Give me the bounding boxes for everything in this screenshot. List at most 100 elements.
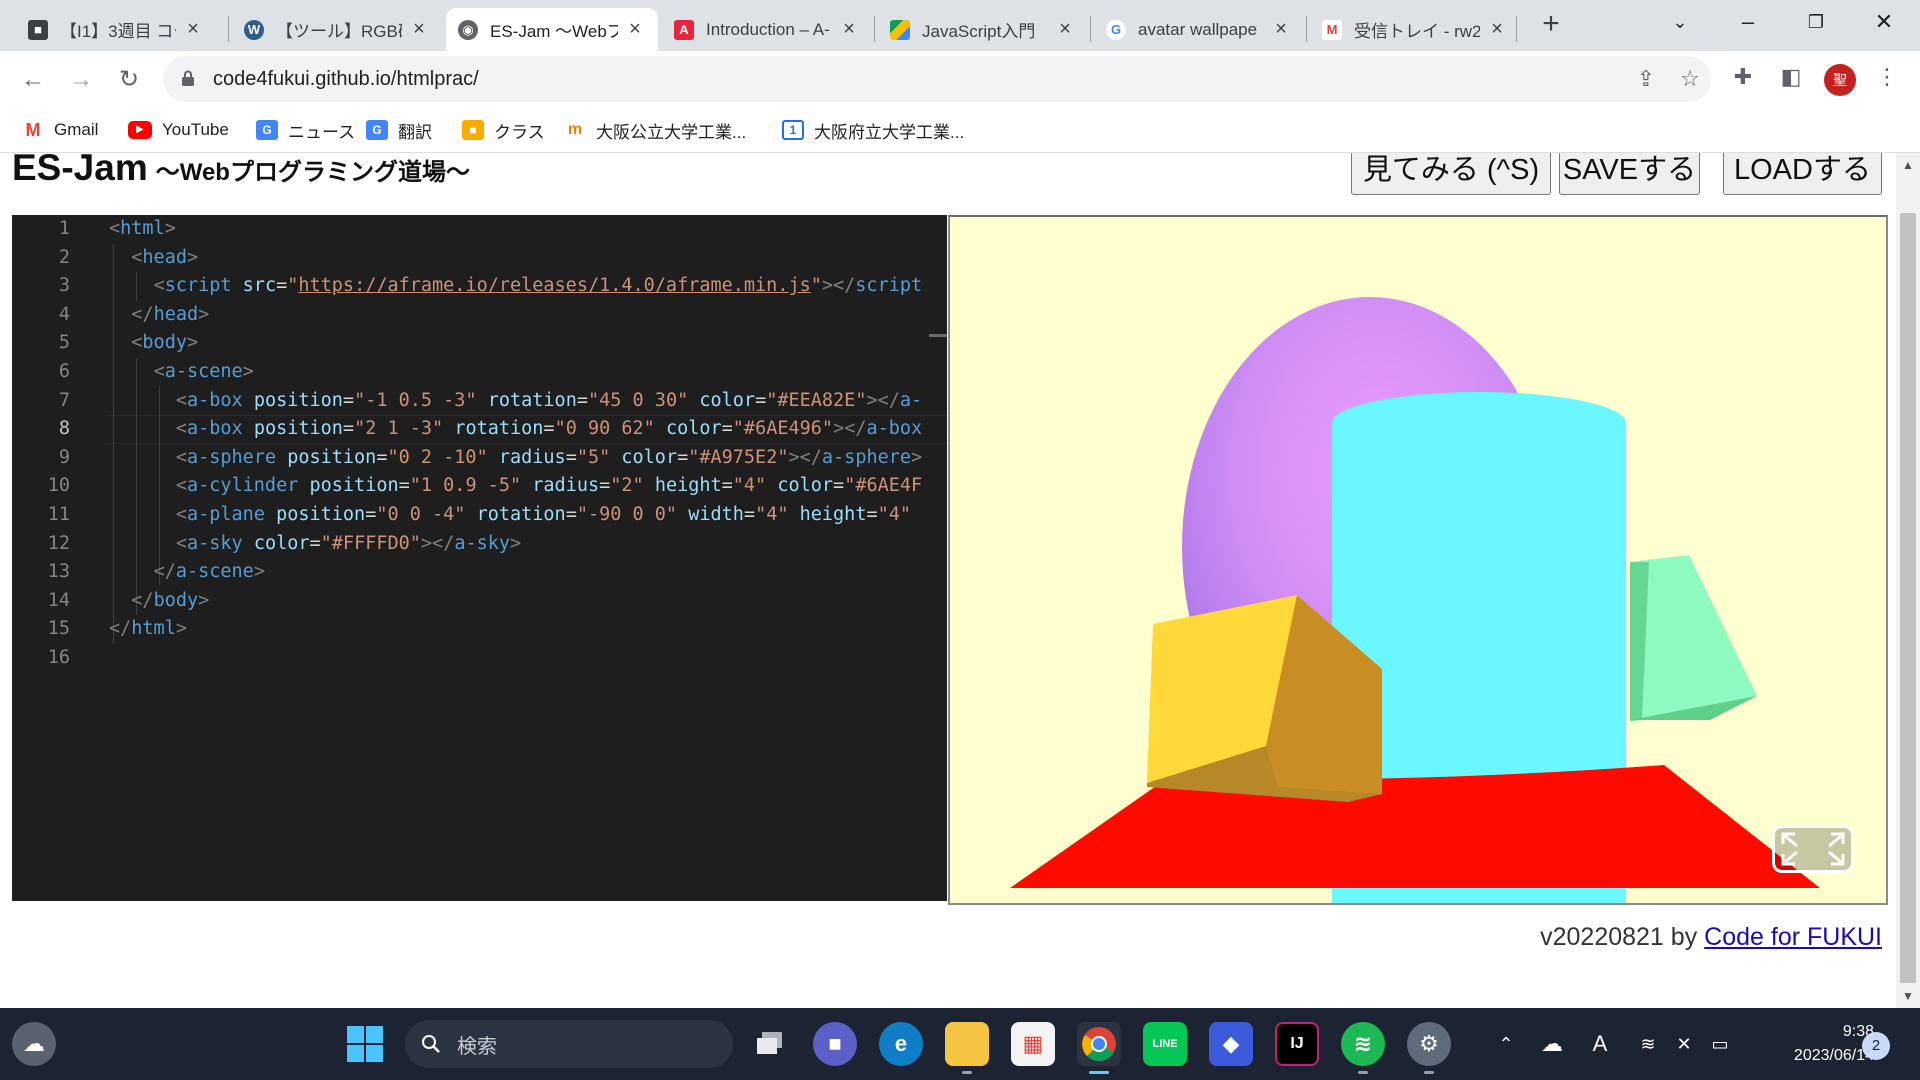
bookmark-star-icon[interactable]: ☆ bbox=[1677, 66, 1703, 92]
bookmark-youtube[interactable]: ▶ YouTube bbox=[128, 117, 229, 143]
microsoft-store-icon[interactable]: ▦ bbox=[1011, 1022, 1055, 1066]
code-line: </a-scene> bbox=[153, 561, 265, 583]
settings-icon[interactable]: ⚙ bbox=[1407, 1022, 1451, 1074]
save-button[interactable]: SAVEする bbox=[1559, 153, 1700, 195]
bookmark-news[interactable]: G ニュース bbox=[256, 117, 355, 143]
fullscreen-button[interactable] bbox=[1772, 825, 1854, 873]
notification-badge[interactable]: 2 bbox=[1862, 1032, 1890, 1060]
start-icon[interactable] bbox=[343, 1022, 387, 1066]
site-name: ES-Jam bbox=[12, 153, 148, 188]
tab-divider bbox=[228, 16, 229, 42]
copilot-icon[interactable]: ◆ bbox=[1209, 1022, 1253, 1066]
scroll-thumb[interactable] bbox=[1900, 213, 1916, 983]
code-line: <a-plane position="0 0 -4" rotation="-90… bbox=[175, 504, 912, 525]
scroll-up-icon[interactable]: ▲ bbox=[1896, 153, 1920, 177]
volume-muted-icon[interactable]: ✕ bbox=[1668, 1026, 1700, 1062]
address-bar[interactable]: code4fukui.github.io/htmlprac/ ⇪ ☆ bbox=[163, 56, 1711, 102]
browser-toolbar: ← → ↻ code4fukui.github.io/htmlprac/ ⇪ ☆… bbox=[0, 51, 1920, 107]
tab-1[interactable]: ■ 【I1】3週目 コーデ × bbox=[16, 8, 216, 51]
chrome-icon[interactable] bbox=[1077, 1022, 1121, 1074]
share-icon[interactable]: ⇪ bbox=[1633, 66, 1659, 92]
bookmark-classroom[interactable]: ■ クラス bbox=[462, 117, 545, 143]
intellij-icon[interactable]: IJ bbox=[1275, 1022, 1319, 1066]
bookmark-translate[interactable]: G 翻訳 bbox=[366, 117, 432, 143]
search-icon bbox=[422, 1035, 440, 1053]
code-editor[interactable]: 1 2 3 4 5 6 7 8 9 10 11 12 13 14 15 16 <html> <head> <s… bbox=[12, 215, 947, 901]
preview-pane[interactable] bbox=[948, 215, 1888, 905]
running-indicator bbox=[1424, 1071, 1434, 1074]
forward-icon[interactable]: → bbox=[64, 63, 98, 97]
bookmark-omu[interactable]: m 大阪公立大学工業... bbox=[564, 117, 746, 143]
ime-icon[interactable]: A bbox=[1584, 1026, 1616, 1062]
edge-icon[interactable]: e bbox=[879, 1022, 923, 1066]
overview-ruler-mark bbox=[929, 334, 947, 337]
reload-icon[interactable]: ↻ bbox=[112, 63, 146, 97]
weather-icon[interactable]: ☁ bbox=[12, 1022, 56, 1066]
side-panel-icon[interactable]: ◧ bbox=[1776, 62, 1806, 92]
code-line: <a-scene> bbox=[153, 361, 254, 382]
extensions-icon[interactable]: ✚ bbox=[1728, 62, 1758, 92]
chevron-up-icon[interactable]: ⌃ bbox=[1490, 1026, 1522, 1062]
running-indicator bbox=[962, 1071, 972, 1074]
bookmark-opu[interactable]: 1 大阪府立大学工業... bbox=[782, 117, 964, 143]
battery-icon[interactable]: ▭ bbox=[1704, 1026, 1736, 1062]
task-view-icon[interactable] bbox=[748, 1022, 792, 1066]
bookmark-label: 大阪公立大学工業... bbox=[596, 122, 747, 142]
page-scrollbar[interactable]: ▲ ▼ bbox=[1896, 153, 1920, 1008]
load-button[interactable]: LOADする bbox=[1723, 153, 1882, 195]
version-text: v20220821 by bbox=[1540, 923, 1698, 951]
google-translate-icon: G bbox=[366, 120, 388, 140]
moodle-icon: m bbox=[564, 120, 586, 140]
lock-icon bbox=[182, 70, 194, 86]
line-icon[interactable]: LINE bbox=[1143, 1022, 1187, 1066]
close-icon[interactable]: × bbox=[182, 18, 204, 41]
tab-5[interactable]: JavaScript入門 × bbox=[878, 8, 1088, 51]
close-icon[interactable]: × bbox=[838, 18, 860, 41]
gmail-icon: M bbox=[22, 120, 44, 140]
line-number: 7 bbox=[58, 389, 70, 411]
restore-icon[interactable]: ❐ bbox=[1788, 4, 1844, 40]
close-icon[interactable]: × bbox=[408, 18, 430, 41]
wifi-icon[interactable]: ≋ bbox=[1632, 1026, 1664, 1062]
screen: ■ 【I1】3週目 コーデ × W 【ツール】RGB確認 × ◉ ES-Jam … bbox=[0, 0, 1920, 1080]
bookmark-label: Gmail bbox=[54, 120, 99, 139]
bookmark-gmail[interactable]: M Gmail bbox=[22, 117, 98, 143]
tab-7[interactable]: M 受信トレイ - rw2 × bbox=[1310, 8, 1520, 51]
onedrive-icon[interactable]: ☁ bbox=[1536, 1026, 1568, 1062]
bookmark-label: 翻訳 bbox=[398, 122, 432, 142]
menu-icon[interactable]: ⋮ bbox=[1872, 62, 1902, 92]
clock[interactable]: 9:38 2023/06/14 bbox=[1744, 1020, 1874, 1068]
tab-search-icon[interactable]: ⌄ bbox=[1652, 4, 1708, 40]
line-number: 9 bbox=[58, 446, 70, 468]
tab-6[interactable]: G avatar wallpape × bbox=[1094, 8, 1304, 51]
tab-3-active[interactable]: ◉ ES-Jam ～Webプ × bbox=[446, 8, 658, 51]
minimize-icon[interactable]: – bbox=[1720, 4, 1776, 40]
line-number: 2 bbox=[58, 246, 70, 268]
spotify-icon[interactable]: ≋ bbox=[1341, 1022, 1385, 1074]
code-line: <a-cylinder position="1 0.9 -5" radius="… bbox=[175, 475, 923, 497]
profile-avatar[interactable]: 聖 bbox=[1824, 64, 1856, 96]
youtube-icon: ▶ bbox=[128, 121, 152, 139]
cylinder-top bbox=[1332, 392, 1626, 454]
back-icon[interactable]: ← bbox=[16, 63, 50, 97]
line-number: 3 bbox=[58, 275, 70, 297]
close-icon[interactable]: × bbox=[1270, 18, 1292, 41]
code-line: </head> bbox=[131, 303, 210, 325]
code-line: </html> bbox=[109, 618, 187, 640]
footer-credit: v20220821 by Code for FUKUI bbox=[1540, 923, 1882, 952]
tab-4[interactable]: A Introduction – A- × bbox=[662, 8, 872, 51]
close-icon[interactable]: × bbox=[1486, 18, 1508, 41]
google-drive-icon bbox=[890, 19, 910, 40]
view-button[interactable]: 見てみる (^S) bbox=[1351, 153, 1551, 195]
file-explorer-icon[interactable] bbox=[945, 1022, 989, 1074]
teams-chat-icon[interactable]: ■ bbox=[813, 1022, 857, 1066]
close-icon[interactable]: × bbox=[624, 18, 646, 41]
bookmark-label: ニュース bbox=[288, 122, 356, 142]
close-icon[interactable]: × bbox=[1054, 18, 1076, 41]
taskbar-search[interactable]: 検索 bbox=[405, 1020, 733, 1068]
close-window-icon[interactable]: ✕ bbox=[1856, 4, 1912, 40]
code-for-fukui-link[interactable]: Code for FUKUI bbox=[1704, 923, 1882, 951]
tab-2[interactable]: W 【ツール】RGB確認 × bbox=[232, 8, 442, 51]
new-tab-icon[interactable]: + bbox=[1536, 9, 1566, 40]
scroll-down-icon[interactable]: ▼ bbox=[1896, 984, 1920, 1008]
